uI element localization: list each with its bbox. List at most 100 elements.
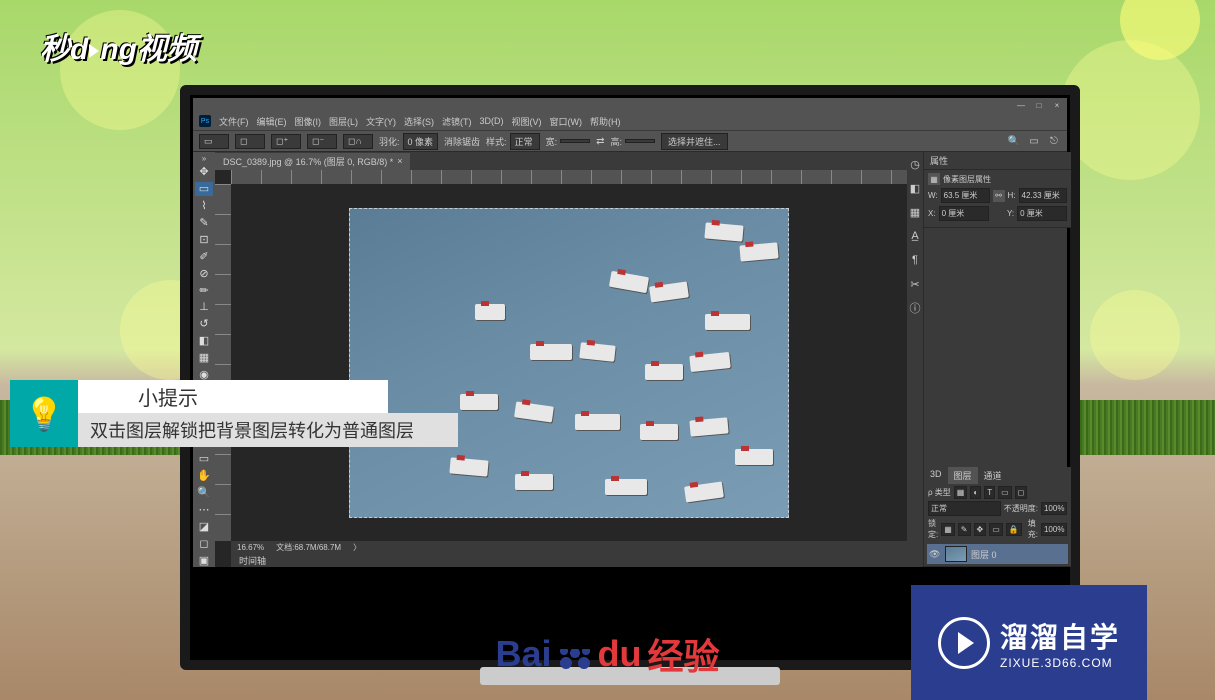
layer-thumbnail[interactable] [945, 546, 967, 562]
quick-mask[interactable]: ◻ [195, 536, 213, 550]
properties-title[interactable]: 属性 [924, 152, 1071, 170]
marquee-tool[interactable]: ▭ [195, 182, 213, 196]
maximize-button[interactable]: □ [1033, 100, 1045, 110]
menu-3d[interactable]: 3D(D) [480, 116, 504, 126]
width-input[interactable] [560, 139, 590, 143]
tab-channels[interactable]: 通道 [978, 467, 1008, 484]
lock-all-icon[interactable]: 🔒 [1006, 523, 1022, 536]
eyedropper-tool[interactable]: ✐ [195, 249, 213, 263]
move-tool[interactable]: ✥ [195, 165, 213, 179]
menu-image[interactable]: 图像(I) [295, 115, 322, 128]
timeline-panel[interactable]: 时间轴 [231, 553, 907, 567]
panel-main: 属性 ▦ 像素图层属性 W: 63.5 厘米 ⚯ H [924, 152, 1071, 567]
share-icon[interactable]: ⎋ [1047, 134, 1061, 148]
edit-toolbar[interactable]: ⋯ [195, 503, 213, 517]
menu-window[interactable]: 窗口(W) [550, 115, 583, 128]
lasso-tool[interactable]: ⌇ [195, 199, 213, 213]
status-bar: 16.67% 文档:68.7M/68.7M 〉 [231, 541, 907, 553]
menu-select[interactable]: 选择(S) [404, 115, 434, 128]
antialias-checkbox[interactable]: 消除锯齿 [444, 135, 480, 148]
canvas[interactable] [231, 184, 907, 541]
boat-shape [640, 424, 678, 440]
boat-shape [684, 481, 724, 502]
style-select[interactable]: 正常 [510, 133, 540, 150]
doc-info[interactable]: 文档:68.7M/68.7M [276, 542, 341, 553]
visibility-icon[interactable]: 👁 [929, 549, 941, 560]
document-tab[interactable]: DSC_0389.jpg @ 16.7% (图层 0, RGB/8) * × [215, 153, 410, 170]
brush-tool[interactable]: ✏ [195, 283, 213, 297]
gradient-tool[interactable]: ▦ [195, 351, 213, 365]
stamp-tool[interactable]: ⊥ [195, 300, 213, 314]
eraser-tool[interactable]: ◧ [195, 334, 213, 348]
layer-item[interactable]: 👁 图层 0 [927, 544, 1068, 564]
ruler-vertical[interactable] [215, 184, 231, 541]
w-input[interactable]: 63.5 厘米 [941, 188, 990, 203]
color-icon[interactable]: ◧ [907, 180, 923, 196]
marquee-tool-icon[interactable]: ▭ [199, 134, 229, 149]
zoom-tool[interactable]: 🔍 [195, 486, 213, 500]
shape-tool[interactable]: ▭ [195, 452, 213, 466]
menu-file[interactable]: 文件(F) [219, 115, 249, 128]
y-input[interactable]: 0 厘米 [1017, 206, 1067, 221]
paragraph-icon[interactable]: ¶ [907, 252, 923, 268]
screen-mode[interactable]: ▣ [195, 553, 213, 567]
opacity-input[interactable]: 100% [1041, 502, 1067, 515]
menu-view[interactable]: 视图(V) [512, 115, 542, 128]
feather-input[interactable]: 0 像素 [403, 133, 439, 150]
hand-tool[interactable]: ✋ [195, 469, 213, 483]
info-icon[interactable]: ⓘ [907, 300, 923, 316]
link-wh-icon[interactable]: ⚯ [993, 190, 1005, 202]
filter-shape-icon[interactable]: ▭ [998, 486, 1012, 499]
filter-adj-icon[interactable]: ◐ [970, 486, 981, 499]
image-selection[interactable] [349, 208, 789, 518]
fill-input[interactable]: 100% [1041, 523, 1067, 536]
filter-pixel-icon[interactable]: ▦ [954, 486, 968, 499]
selection-mode-intersect[interactable]: ◻∩ [343, 134, 373, 149]
lock-trans-icon[interactable]: ▦ [941, 523, 955, 536]
history-icon[interactable]: ◷ [907, 156, 923, 172]
color-swatch[interactable]: ◪ [195, 519, 213, 533]
quick-select-tool[interactable]: ✎ [195, 216, 213, 230]
tab-layers[interactable]: 图层 [948, 467, 978, 484]
lock-pixel-icon[interactable]: ✎ [958, 523, 971, 536]
filter-type-icon[interactable]: T [984, 486, 995, 499]
ruler-horizontal[interactable] [231, 170, 907, 184]
x-input[interactable]: 0 厘米 [939, 206, 989, 221]
swap-wh-icon[interactable]: ⇄ [596, 136, 604, 147]
baidu-du: du [598, 633, 642, 675]
boat-shape [514, 401, 554, 422]
selection-mode-subtract[interactable]: ◻⁻ [307, 134, 337, 149]
adjustments-icon[interactable]: ✂ [907, 276, 923, 292]
crop-tool[interactable]: ⊡ [195, 233, 213, 247]
doc-info-arrow[interactable]: 〉 [353, 542, 361, 553]
history-brush-tool[interactable]: ↺ [195, 317, 213, 331]
menu-filter[interactable]: 滤镜(T) [442, 115, 472, 128]
menu-type[interactable]: 文字(Y) [366, 115, 396, 128]
zoom-level[interactable]: 16.67% [237, 543, 264, 552]
menu-edit[interactable]: 编辑(E) [257, 115, 287, 128]
height-input[interactable] [625, 139, 655, 143]
swatches-icon[interactable]: ▦ [907, 204, 923, 220]
close-button[interactable]: × [1051, 100, 1063, 110]
selection-mode-add[interactable]: ◻⁺ [271, 134, 301, 149]
toolbox-toggle[interactable]: » [199, 154, 209, 162]
lock-pos-icon[interactable]: ✥ [974, 523, 987, 536]
menu-help[interactable]: 帮助(H) [590, 115, 621, 128]
layer-name[interactable]: 图层 0 [971, 548, 997, 561]
menu-layer[interactable]: 图层(L) [329, 115, 358, 128]
h-input[interactable]: 42.33 厘米 [1019, 188, 1068, 203]
character-icon[interactable]: A̲ [907, 228, 923, 244]
select-and-mask-button[interactable]: 选择并遮住... [661, 133, 728, 150]
minimize-button[interactable]: — [1015, 100, 1027, 110]
heal-tool[interactable]: ⊘ [195, 266, 213, 280]
filter-smart-icon[interactable]: ◻ [1015, 486, 1028, 499]
fill-label: 填充: [1028, 518, 1038, 540]
frame-icon[interactable]: ▭ [1027, 134, 1041, 148]
search-icon[interactable]: 🔍 [1007, 134, 1021, 148]
tab-3d[interactable]: 3D [924, 467, 948, 484]
blend-mode-select[interactable]: 正常 [928, 501, 1001, 516]
boat-shape [609, 270, 649, 292]
lock-art-icon[interactable]: ▭ [989, 523, 1003, 536]
selection-mode-new[interactable]: ◻ [235, 134, 265, 149]
tab-close-icon[interactable]: × [397, 156, 402, 166]
